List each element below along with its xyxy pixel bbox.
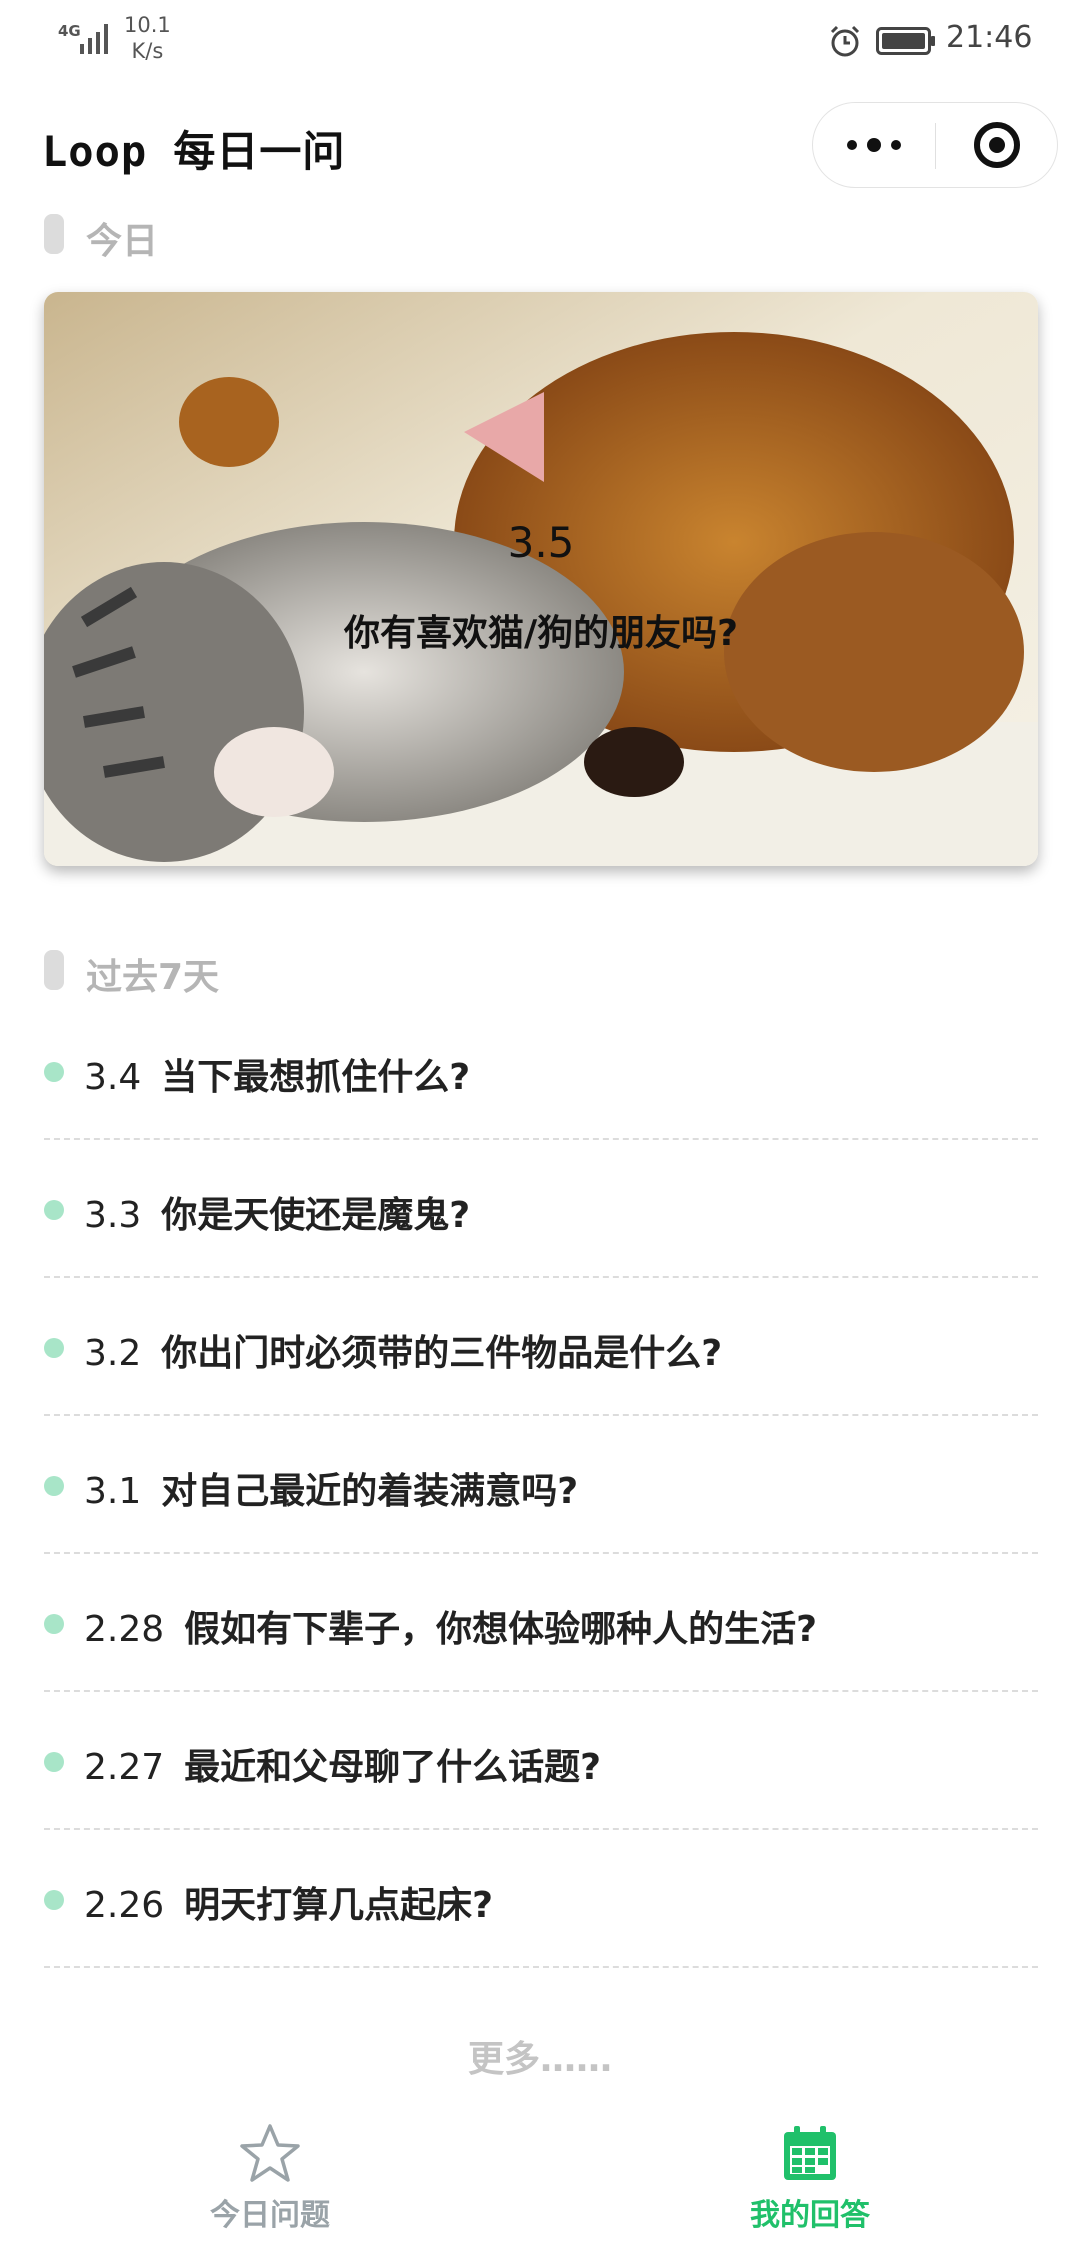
- item-question: 明天打算几点起床?: [184, 1885, 494, 1926]
- today-question: 你有喜欢猫/狗的朋友吗?: [343, 613, 739, 654]
- clock: 21:46: [946, 20, 1033, 55]
- bullet-dot: [44, 1752, 64, 1772]
- network-speed: 10.1 K/s: [124, 12, 171, 64]
- question-list-item[interactable]: 3.4 当下最想抓住什么?: [44, 1002, 1038, 1140]
- status-bar: 4G 10.1 K/s 21:46: [0, 0, 1080, 80]
- question-list-item[interactable]: 3.3 你是天使还是魔鬼?: [44, 1140, 1038, 1278]
- speed-value: 10.1: [124, 13, 171, 37]
- tab-label: 今日问题: [210, 2198, 330, 2233]
- bullet-dot: [44, 1614, 64, 1634]
- item-date: 3.2: [84, 1333, 142, 1374]
- mini-program-capsule: [812, 102, 1058, 188]
- bullet-dot: [44, 1200, 64, 1220]
- question-list-item[interactable]: 2.28 假如有下辈子，你想体验哪种人的生活?: [44, 1554, 1038, 1692]
- bottom-tab-bar: 今日问题 我的回答: [0, 2108, 1080, 2244]
- question-list-item[interactable]: 2.26 明天打算几点起床?: [44, 1830, 1038, 1968]
- speed-unit: K/s: [131, 39, 164, 63]
- item-question: 最近和父母聊了什么话题?: [184, 1747, 602, 1788]
- today-section-label: 今日: [86, 221, 159, 262]
- app-header: Loop 每日一问: [0, 92, 1080, 198]
- star-icon: [240, 2124, 300, 2182]
- question-list-item[interactable]: 3.1 对自己最近的着装满意吗?: [44, 1416, 1038, 1554]
- alarm-icon: [830, 25, 860, 57]
- item-question: 你出门时必须带的三件物品是什么?: [161, 1333, 723, 1374]
- close-mini-program-button[interactable]: [936, 103, 1058, 187]
- bullet-dot: [44, 1890, 64, 1910]
- more-menu-button[interactable]: [813, 103, 935, 187]
- target-icon: [974, 122, 1020, 168]
- bullet-dot: [44, 1338, 64, 1358]
- past-section-label: 过去7天: [86, 957, 220, 998]
- cat-dog-photo: [44, 292, 1038, 866]
- today-question-card[interactable]: 3.5 你有喜欢猫/狗的朋友吗?: [44, 292, 1038, 866]
- question-list-item[interactable]: 3.2 你出门时必须带的三件物品是什么?: [44, 1278, 1038, 1416]
- more-dot-icon: [847, 140, 857, 150]
- item-date: 3.4: [84, 1057, 142, 1098]
- tab-today-question[interactable]: 今日问题: [120, 2108, 420, 2244]
- item-question: 当下最想抓住什么?: [161, 1057, 471, 1098]
- calendar-icon: [784, 2126, 836, 2180]
- more-dot-icon: [891, 140, 901, 150]
- item-date: 3.3: [84, 1195, 142, 1236]
- item-question: 假如有下辈子，你想体验哪种人的生活?: [184, 1609, 818, 1650]
- signal-icon: [80, 24, 108, 54]
- item-question: 对自己最近的着装满意吗?: [161, 1471, 579, 1512]
- more-link[interactable]: 更多……: [0, 2030, 1080, 2082]
- bullet-dot: [44, 1476, 64, 1496]
- item-question: 你是天使还是魔鬼?: [161, 1195, 471, 1236]
- section-marker: [44, 214, 64, 254]
- page-title: Loop 每日一问: [42, 127, 346, 176]
- item-date: 2.26: [84, 1885, 165, 1926]
- battery-icon: [876, 27, 935, 55]
- item-date: 2.27: [84, 1747, 165, 1788]
- more-dot-icon: [867, 138, 881, 152]
- bullet-dot: [44, 1062, 64, 1082]
- today-date: 3.5: [507, 518, 575, 567]
- tab-label: 我的回答: [750, 2198, 870, 2233]
- section-marker: [44, 950, 64, 990]
- item-date: 2.28: [84, 1609, 165, 1650]
- tab-my-answers[interactable]: 我的回答: [660, 2108, 960, 2244]
- past-questions-list: 3.4 当下最想抓住什么? 3.3 你是天使还是魔鬼? 3.2 你出门时必须带的三件物…: [44, 1002, 1038, 1968]
- item-date: 3.1: [84, 1471, 142, 1512]
- question-list-item[interactable]: 2.27 最近和父母聊了什么话题?: [44, 1692, 1038, 1830]
